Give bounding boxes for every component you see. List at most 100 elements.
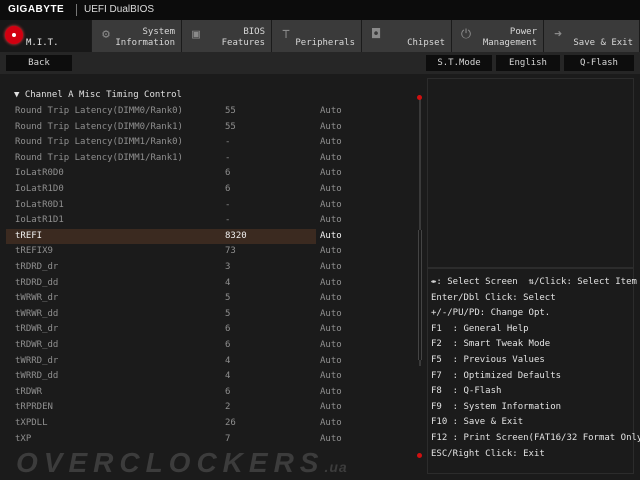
- setting-option[interactable]: Auto: [320, 322, 342, 337]
- setting-label: tWRWR_dd: [15, 308, 59, 319]
- setting-label: tWRRD_dd: [15, 371, 59, 382]
- setting-label: tXPDLL: [15, 418, 48, 428]
- back-button[interactable]: Back: [6, 55, 72, 71]
- setting-row[interactable]: IoLatR0D1 - Auto: [6, 198, 414, 213]
- setting-label: tXP: [15, 433, 32, 444]
- setting-option[interactable]: Auto: [320, 432, 342, 447]
- section-header-channel-a-misc-timing[interactable]: ▼ Channel A Misc Timing Control: [14, 90, 182, 100]
- setting-option[interactable]: Auto: [316, 228, 414, 244]
- setting-option[interactable]: Auto: [320, 385, 342, 400]
- setting-row[interactable]: tWRRD_dd 4 Auto: [6, 369, 414, 384]
- tab-chipset[interactable]: ◘ Chipset: [362, 20, 452, 52]
- setting-value: 5: [225, 293, 231, 304]
- setting-row[interactable]: tRPRDEN 2 Auto: [6, 400, 414, 415]
- setting-option[interactable]: Auto: [320, 135, 342, 150]
- setting-option[interactable]: Auto: [320, 338, 342, 353]
- setting-option[interactable]: Auto: [320, 276, 342, 291]
- setting-row[interactable]: tRDRD_dr 3 Auto: [6, 260, 414, 275]
- st-mode-button[interactable]: S.T.Mode: [426, 55, 492, 71]
- setting-row[interactable]: tRDWR 6 Auto: [6, 385, 414, 400]
- key-help-line: F7 : Optimized Defaults: [431, 370, 562, 381]
- tab-save-exit[interactable]: ➜ Save & Exit: [544, 20, 640, 52]
- setting-value: 4: [225, 371, 231, 382]
- scroll-down-indicator[interactable]: [417, 453, 422, 458]
- product-name: UEFI DualBIOS: [84, 4, 155, 15]
- key-help-line: F9 : System Information: [431, 401, 562, 412]
- tab-power-management[interactable]: ⏻ Power Management: [452, 20, 544, 52]
- setting-label: tWRRD_dr: [15, 355, 59, 366]
- tab-mit[interactable]: M.I.T.: [0, 20, 92, 52]
- setting-value: 6: [225, 340, 231, 350]
- setting-row[interactable]: tRDWR_dd 6 Auto: [6, 338, 414, 353]
- setting-label: tRDRD_dd: [15, 277, 59, 288]
- setting-row[interactable]: tWRWR_dr 5 Auto: [6, 291, 414, 306]
- setting-option[interactable]: Auto: [320, 166, 342, 181]
- setting-label: IoLatR1D1: [15, 215, 64, 226]
- setting-option[interactable]: Auto: [320, 213, 342, 228]
- setting-option[interactable]: Auto: [320, 307, 342, 322]
- setting-row[interactable]: tWRRD_dr 4 Auto: [6, 354, 414, 369]
- title-bar: GIGABYTE UEFI DualBIOS: [0, 0, 640, 20]
- setting-row[interactable]: Round Trip Latency(DIMM0/Rank1) 55 Auto: [6, 120, 414, 135]
- key-help-line: F10 : Save & Exit: [431, 417, 524, 428]
- action-bar: Back S.T.Mode English Q-Flash: [0, 52, 640, 74]
- power-icon: ⏻: [460, 27, 472, 42]
- tab-peripherals[interactable]: ⊤ Peripherals: [272, 20, 362, 52]
- setting-label: Round Trip Latency(DIMM1/Rank0): [15, 137, 183, 148]
- setting-row[interactable]: IoLatR0D0 6 Auto: [6, 166, 414, 181]
- setting-value: 3: [225, 262, 231, 272]
- setting-row[interactable]: Round Trip Latency(DIMM1/Rank0) - Auto: [6, 135, 414, 150]
- setting-option[interactable]: Auto: [320, 354, 342, 369]
- setting-row[interactable]: Round Trip Latency(DIMM1/Rank1) - Auto: [6, 151, 414, 166]
- setting-value: 6: [225, 168, 231, 179]
- brand-logo: GIGABYTE: [8, 4, 65, 15]
- setting-value: 55: [225, 106, 236, 116]
- scrollbar-thumb[interactable]: [418, 230, 422, 360]
- key-help-line: Enter/Dbl Click: Select: [431, 292, 556, 303]
- setting-label: Round Trip Latency(DIMM1/Rank1): [15, 152, 183, 163]
- setting-row[interactable]: tXPDLL 26 Auto: [6, 416, 414, 431]
- setting-option[interactable]: Auto: [320, 260, 342, 275]
- setting-row[interactable]: tRDWR_dr 6 Auto: [6, 322, 414, 337]
- setting-value: 6: [225, 386, 231, 397]
- setting-option[interactable]: Auto: [320, 291, 342, 306]
- tab-bios-features[interactable]: ▣ BIOS Features: [182, 20, 272, 52]
- setting-row[interactable]: tWRWR_dd 5 Auto: [6, 307, 414, 322]
- setting-row[interactable]: IoLatR1D1 - Auto: [6, 213, 414, 228]
- setting-row[interactable]: tRDRD_dd 4 Auto: [6, 276, 414, 291]
- setting-value: 6: [225, 184, 231, 194]
- setting-option[interactable]: Auto: [320, 120, 342, 135]
- tab-system-information[interactable]: ⚙ System Information: [92, 20, 182, 52]
- main-tab-strip: M.I.T. ⚙ System Information ▣ BIOS Featu…: [0, 20, 640, 52]
- setting-value: 6: [225, 324, 231, 335]
- tab-label: Power Management: [482, 27, 537, 48]
- key-help-line: +/-/PU/PD: Change Opt.: [431, 308, 551, 319]
- tab-label: BIOS Features: [221, 27, 265, 48]
- setting-row[interactable]: tREFIX9 73 Auto: [6, 244, 414, 259]
- setting-option[interactable]: Auto: [320, 416, 342, 431]
- setting-label: Round Trip Latency(DIMM0/Rank0): [15, 106, 183, 116]
- setting-option[interactable]: Auto: [320, 182, 342, 197]
- key-help-line: ESC/Right Click: Exit: [431, 448, 545, 459]
- setting-option[interactable]: Auto: [320, 151, 342, 166]
- setting-row[interactable]: tXP 7 Auto: [6, 432, 414, 447]
- gear-icon: ⚙: [102, 27, 110, 42]
- setting-row[interactable]: IoLatR1D0 6 Auto: [6, 182, 414, 197]
- setting-option[interactable]: Auto: [320, 104, 342, 119]
- setting-row[interactable]: Round Trip Latency(DIMM0/Rank0) 55 Auto: [6, 104, 414, 119]
- setting-label: IoLatR1D0: [15, 184, 64, 194]
- qflash-button[interactable]: Q-Flash: [564, 55, 634, 71]
- tab-label: Chipset: [407, 38, 445, 48]
- setting-option[interactable]: Auto: [320, 198, 342, 213]
- settings-panel: ▼ Channel A Misc Timing Control Round Tr…: [6, 78, 426, 474]
- setting-option[interactable]: Auto: [320, 369, 342, 384]
- scroll-up-indicator[interactable]: [417, 95, 422, 100]
- setting-option[interactable]: Auto: [320, 244, 342, 259]
- language-button[interactable]: English: [496, 55, 560, 71]
- key-help-line: F2 : Smart Tweak Mode: [431, 339, 551, 350]
- plug-icon: ⊤: [282, 27, 290, 42]
- setting-label: tRDWR_dd: [15, 340, 59, 350]
- setting-row[interactable]: tREFI 8320 Auto: [6, 228, 414, 244]
- setting-value: -: [225, 199, 231, 210]
- setting-option[interactable]: Auto: [320, 400, 342, 415]
